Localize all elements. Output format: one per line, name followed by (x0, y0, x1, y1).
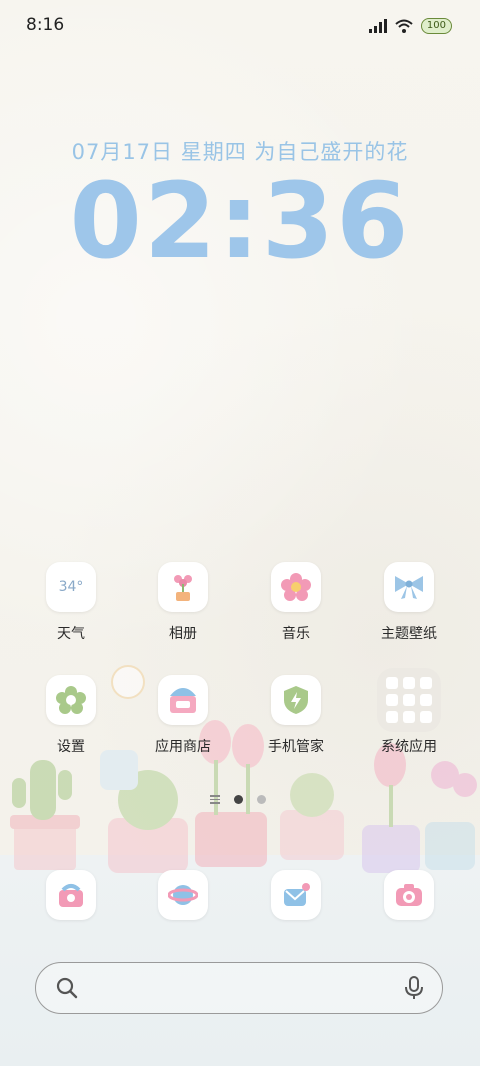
app-label: 设置 (57, 739, 85, 755)
page-dot (257, 795, 266, 804)
camera-icon (384, 870, 434, 920)
clock: 02:36 (69, 160, 411, 282)
theme-icon (384, 562, 434, 612)
weather-icon: 34° (46, 562, 96, 612)
dock-browser[interactable] (128, 870, 238, 920)
dock-camera[interactable] (354, 870, 464, 920)
battery-indicator: 100 (420, 18, 452, 34)
dock-messages[interactable] (241, 870, 351, 920)
app-themes[interactable]: 主题壁纸 (354, 562, 464, 643)
app-label: 应用商店 (155, 739, 211, 755)
app-settings[interactable]: 设置 (16, 675, 126, 756)
folder-icon (377, 668, 441, 732)
app-folder-system[interactable]: 系统应用 (354, 668, 464, 756)
app-label: 手机管家 (268, 739, 324, 755)
app-label: 主题壁纸 (381, 626, 437, 642)
microphone-icon[interactable] (404, 976, 424, 1000)
page-dot-active (234, 795, 243, 804)
app-label: 系统应用 (381, 739, 437, 755)
phone-icon (46, 870, 96, 920)
app-gallery[interactable]: 相册 (128, 562, 238, 643)
music-icon (271, 562, 321, 612)
search-bar[interactable] (35, 962, 443, 1014)
settings-icon (46, 675, 96, 725)
search-icon (56, 977, 78, 999)
messages-icon (271, 870, 321, 920)
app-label: 相册 (169, 626, 197, 642)
security-icon (271, 675, 321, 725)
app-music[interactable]: 音乐 (241, 562, 351, 643)
app-label: 音乐 (282, 626, 310, 642)
signal-icon (368, 19, 387, 33)
browser-icon (158, 870, 208, 920)
status-bar: 8:16 100 (0, 0, 480, 50)
status-icons: 100 (368, 17, 452, 35)
gallery-icon (158, 562, 208, 612)
app-label: 天气 (57, 626, 85, 642)
app-store-icon (158, 675, 208, 725)
app-phone-manager[interactable]: 手机管家 (241, 675, 351, 756)
page-indicator[interactable] (210, 795, 266, 804)
app-weather[interactable]: 34° 天气 (16, 562, 126, 643)
dock-phone[interactable] (16, 870, 126, 920)
status-time: 8:16 (26, 15, 65, 35)
menu-lines-icon (210, 795, 220, 804)
app-store[interactable]: 应用商店 (128, 675, 238, 756)
wifi-icon (395, 19, 413, 33)
